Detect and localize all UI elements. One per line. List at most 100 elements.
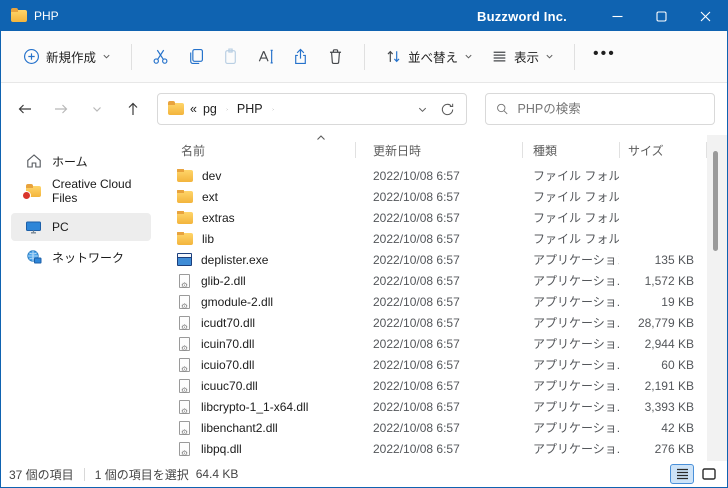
breadcrumb-overflow[interactable]: «: [190, 102, 197, 116]
details-view-button[interactable]: [670, 464, 694, 484]
sidebar-item-creative-cloud-files[interactable]: Creative Cloud Files: [11, 177, 151, 205]
breadcrumb-segment[interactable]: PHP: [237, 102, 263, 116]
cut-button[interactable]: [144, 42, 177, 71]
file-row[interactable]: icuuc70.dll 2022/10/08 6:57 アプリケーショ... 2…: [161, 375, 707, 396]
toolbar-divider: [364, 43, 366, 70]
chevron-right-icon: [226, 108, 228, 110]
plus-circle-icon: [24, 49, 39, 64]
forward-button[interactable]: [45, 93, 77, 125]
column-header-modified[interactable]: 更新日時: [355, 135, 522, 165]
file-row[interactable]: icuio70.dll 2022/10/08 6:57 アプリケーショ... 6…: [161, 354, 707, 375]
view-label: 表示: [514, 51, 540, 65]
address-dropdown-icon[interactable]: [417, 104, 428, 115]
file-row[interactable]: dev 2022/10/08 6:57 ファイル フォル...: [161, 165, 707, 186]
delete-button[interactable]: [319, 42, 352, 71]
maximize-icon: [655, 10, 667, 22]
column-header-size[interactable]: サイズ: [619, 135, 707, 165]
file-size: 60 KB: [661, 357, 694, 372]
file-modified-date: 2022/10/08 6:57: [373, 357, 460, 372]
network-icon: [25, 249, 42, 265]
file-row[interactable]: ext 2022/10/08 6:57 ファイル フォル...: [161, 186, 707, 207]
search-input[interactable]: [517, 102, 704, 116]
search-box[interactable]: [485, 93, 715, 125]
dll-file-icon: [179, 399, 190, 414]
refresh-button[interactable]: [434, 96, 460, 122]
copy-button[interactable]: [179, 42, 212, 71]
large-icons-view-icon: [702, 468, 716, 480]
rename-button[interactable]: [249, 42, 282, 71]
close-button[interactable]: [683, 1, 727, 31]
file-size: 2,191 KB: [644, 378, 694, 393]
minimize-button[interactable]: [595, 1, 639, 31]
file-type: アプリケーショ...: [533, 379, 619, 393]
dll-file-icon: [179, 336, 190, 351]
file-name: extras: [202, 210, 235, 225]
sidebar-item-network[interactable]: ネットワーク: [11, 243, 151, 271]
folder-icon: [177, 168, 193, 182]
file-name: libcrypto-1_1-x64.dll: [201, 399, 309, 414]
file-name: ext: [202, 189, 219, 204]
folder-icon: [177, 231, 193, 245]
up-button[interactable]: [117, 93, 149, 125]
scrollbar-thumb[interactable]: [713, 151, 718, 251]
chevron-down-icon: [93, 107, 101, 112]
file-row[interactable]: deplister.exe 2022/10/08 6:57 アプリケーション 1…: [161, 249, 707, 270]
file-modified-date: 2022/10/08 6:57: [373, 441, 460, 456]
share-icon: [295, 48, 306, 64]
address-bar[interactable]: « pg PHP: [157, 93, 467, 125]
file-type: ファイル フォル...: [533, 190, 619, 204]
column-header-type[interactable]: 種類: [522, 135, 619, 165]
file-modified-date: 2022/10/08 6:57: [373, 168, 460, 183]
file-row[interactable]: gmodule-2.dll 2022/10/08 6:57 アプリケーショ...…: [161, 291, 707, 312]
file-name: icudt70.dll: [201, 315, 256, 330]
chevron-down-icon: [465, 54, 472, 59]
sort-icon: [387, 50, 400, 63]
file-name: gmodule-2.dll: [201, 294, 274, 309]
share-button[interactable]: [284, 42, 317, 71]
vertical-scrollbar[interactable]: [707, 135, 727, 461]
file-size: 19 KB: [661, 294, 694, 309]
new-item-button[interactable]: 新規作成: [15, 41, 119, 72]
view-button[interactable]: 表示: [483, 41, 562, 72]
paste-button[interactable]: [214, 42, 247, 71]
explorer-window: PHP Buzzword Inc. 新規作成 並べ替え 表示 ••• « pg …: [0, 0, 728, 488]
folder-icon: [177, 189, 193, 203]
file-modified-date: 2022/10/08 6:57: [373, 231, 460, 246]
details-view-icon: [676, 468, 688, 480]
sidebar-item-label: Creative Cloud Files: [52, 177, 132, 205]
sidebar-item-home[interactable]: ホーム: [11, 147, 151, 175]
file-modified-date: 2022/10/08 6:57: [373, 315, 460, 330]
new-item-label: 新規作成: [46, 51, 97, 65]
file-type: アプリケーショ...: [533, 358, 619, 372]
status-bar: 37 個の項目 1 個の項目を選択 64.4 KB: [1, 461, 727, 487]
maximize-button[interactable]: [639, 1, 683, 31]
file-row[interactable]: extras 2022/10/08 6:57 ファイル フォル...: [161, 207, 707, 228]
column-header-name[interactable]: 名前: [161, 135, 355, 165]
rename-icon: [258, 49, 273, 64]
file-row[interactable]: icuin70.dll 2022/10/08 6:57 アプリケーショ... 2…: [161, 333, 707, 354]
main-area: ホーム Creative Cloud Files PC ネットワーク 名前 更新…: [1, 135, 727, 461]
file-row[interactable]: libenchant2.dll 2022/10/08 6:57 アプリケーショ.…: [161, 417, 707, 438]
breadcrumb-segment[interactable]: pg: [203, 102, 217, 116]
file-size: 28,779 KB: [637, 315, 694, 330]
file-type: アプリケーショ...: [533, 295, 619, 309]
file-row[interactable]: glib-2.dll 2022/10/08 6:57 アプリケーショ... 1,…: [161, 270, 707, 291]
folder-icon: [177, 210, 193, 224]
file-row[interactable]: icudt70.dll 2022/10/08 6:57 アプリケーショ... 2…: [161, 312, 707, 333]
file-modified-date: 2022/10/08 6:57: [373, 336, 460, 351]
recent-locations-button[interactable]: [81, 93, 113, 125]
chevron-right-icon: [272, 108, 274, 110]
creative-cloud-folder-icon: [22, 183, 42, 200]
large-icons-view-button[interactable]: [697, 464, 721, 484]
trash-icon: [329, 49, 342, 64]
file-row[interactable]: lib 2022/10/08 6:57 ファイル フォル...: [161, 228, 707, 249]
sort-button[interactable]: 並べ替え: [377, 41, 481, 72]
file-row[interactable]: libcrypto-1_1-x64.dll 2022/10/08 6:57 アプ…: [161, 396, 707, 417]
more-options-button[interactable]: •••: [587, 45, 622, 69]
back-button[interactable]: [9, 93, 41, 125]
arrow-right-icon: [55, 104, 68, 114]
home-icon: [25, 153, 42, 169]
copy-icon: [190, 49, 204, 64]
file-row[interactable]: libpq.dll 2022/10/08 6:57 アプリケーショ... 276…: [161, 438, 707, 459]
sidebar-item-pc[interactable]: PC: [11, 213, 151, 241]
